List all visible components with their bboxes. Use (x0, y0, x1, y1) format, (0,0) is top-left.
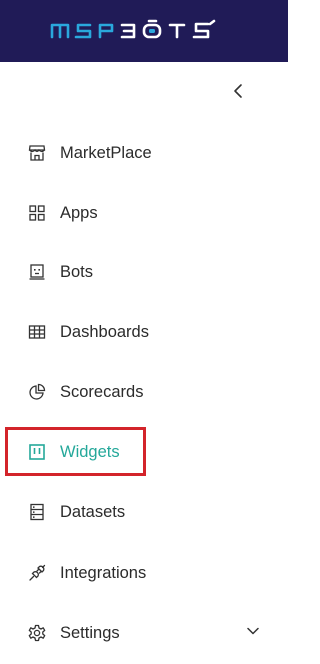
sidebar-item-bots[interactable]: Bots (0, 249, 288, 295)
highlight-box (5, 427, 146, 476)
sidebar-item-apps[interactable]: Apps (0, 190, 288, 236)
sidebar-item-label: Settings (60, 624, 120, 642)
plug-icon (29, 564, 46, 581)
sidebar-collapse-button[interactable] (224, 77, 252, 105)
app-header (0, 0, 288, 62)
sidebar-item-label: Datasets (60, 503, 126, 521)
sidebar-item-label: Apps (60, 204, 98, 222)
sidebar-item-label: MarketPlace (60, 144, 152, 162)
grid-icon (29, 205, 45, 221)
dataset-icon (30, 503, 44, 521)
sidebar-item-label: Scorecards (60, 383, 144, 401)
chevron-down-icon[interactable] (244, 622, 262, 640)
sidebar-item-datasets[interactable]: Datasets (0, 489, 288, 535)
pie-chart-icon (29, 383, 46, 400)
table-icon (28, 325, 46, 339)
sidebar-item-label: Dashboards (60, 323, 149, 341)
sidebar-item-label: Integrations (60, 564, 147, 582)
storefront-icon (28, 145, 46, 161)
sidebar-item-integrations[interactable]: Integrations (0, 550, 288, 596)
sidebar-item-label: Bots (60, 263, 94, 281)
bot-icon (29, 264, 45, 280)
mspbots-logo (50, 19, 216, 39)
sidebar-item-scorecards[interactable]: Scorecards (0, 369, 288, 415)
gear-icon (28, 624, 46, 642)
chevron-left-icon (234, 84, 242, 98)
sidebar-item-marketplace[interactable]: MarketPlace (0, 130, 288, 176)
sidebar-item-dashboards[interactable]: Dashboards (0, 309, 288, 355)
